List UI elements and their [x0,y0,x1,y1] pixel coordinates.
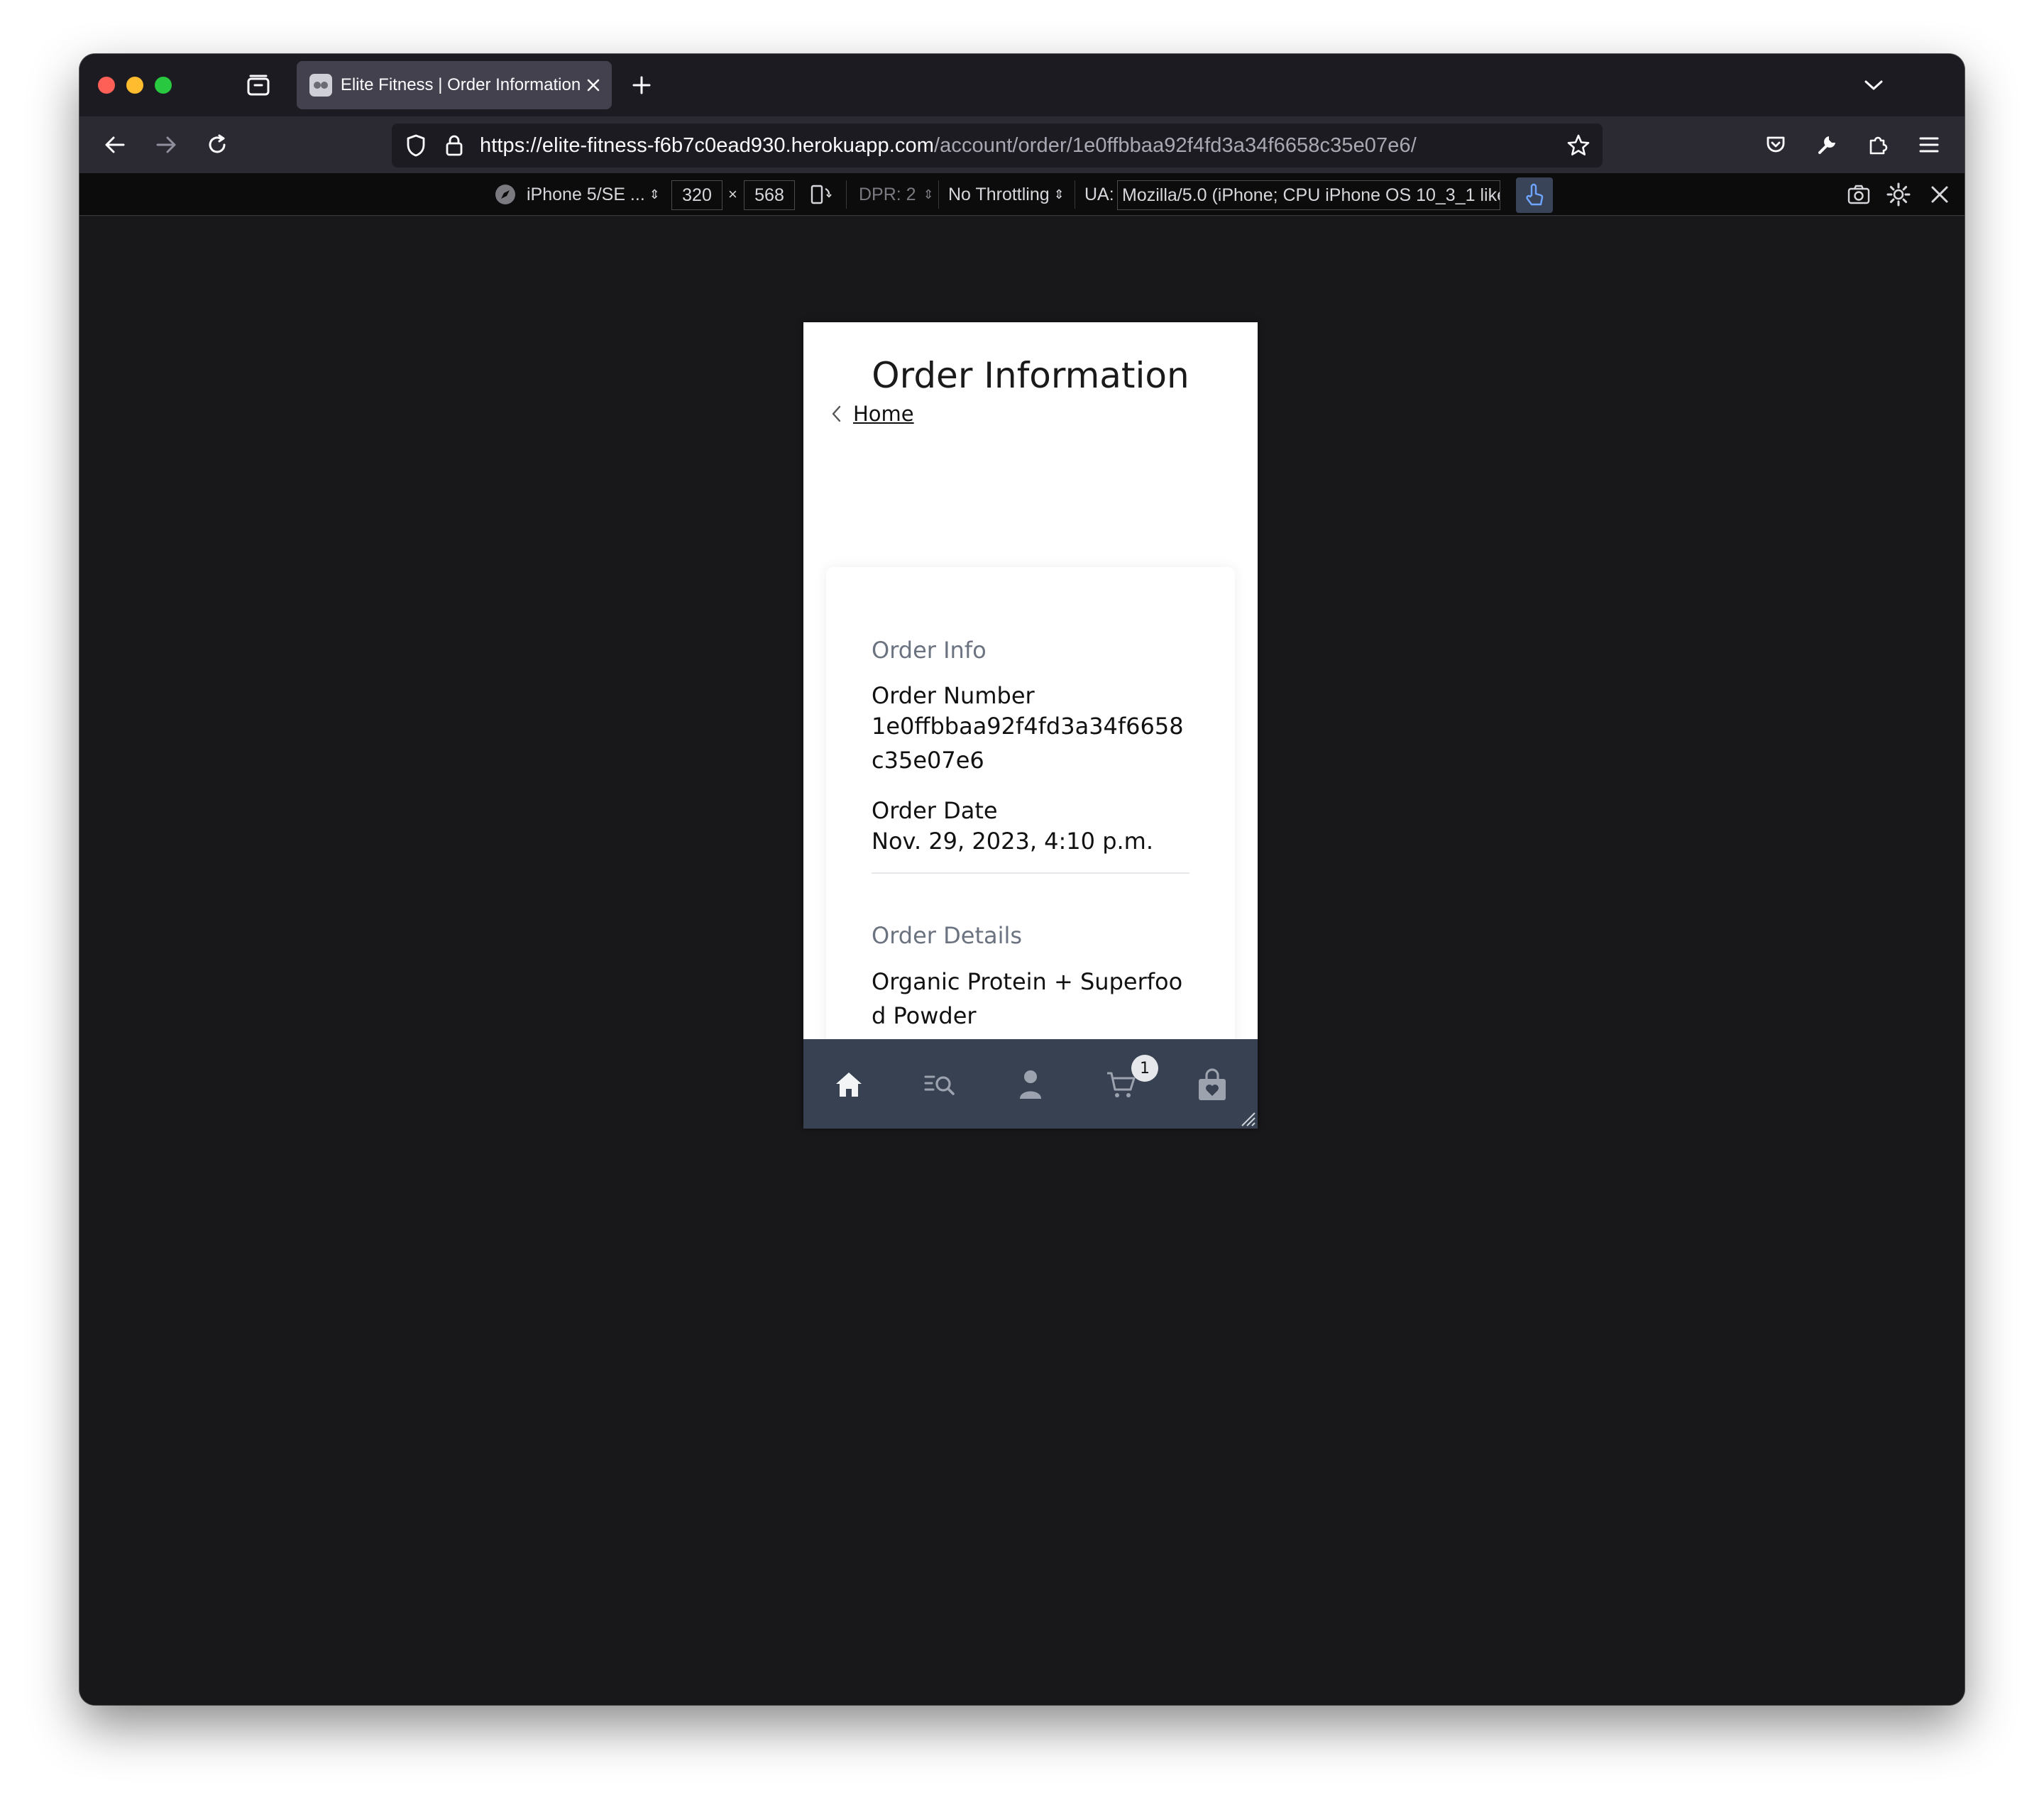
updown-icon: ⇕ [649,187,660,202]
settings-gear-icon[interactable] [1886,173,1911,216]
order-date-value: Nov. 29, 2023, 4:10 p.m. [872,828,1154,855]
dpr-selector[interactable]: DPR: 2 ⇕ [859,173,934,216]
url-bar[interactable]: https://elite-fitness-f6b7c0ead930.herok… [392,124,1603,168]
back-arrow-icon[interactable] [98,128,132,162]
user-agent-input[interactable]: Mozilla/5.0 (iPhone; CPU iPhone OS 10_3_… [1117,180,1500,210]
device-viewport: Order Information Home Order Info Order … [803,322,1258,1129]
lock-icon[interactable] [440,131,468,160]
back-home-link[interactable]: Home [830,402,914,426]
pocket-icon[interactable] [1759,128,1793,162]
tab-list-icon[interactable] [243,70,274,101]
url-path: /account/order/1e0ffbbaa92f4fd3a34f6658c… [933,134,1417,157]
account-icon[interactable] [1011,1065,1050,1104]
wrench-icon[interactable] [1810,128,1844,162]
browser-window: Elite Fitness | Order Information https:… [79,54,1965,1705]
viewport-width-input[interactable]: 320 [671,180,722,210]
home-icon[interactable] [829,1065,869,1104]
responsive-design-toolbar: iPhone 5/SE ... ⇕ 320 × 568 DPR: 2 ⇕ No … [79,173,1965,216]
viewport-height-input[interactable]: 568 [744,180,795,210]
maximize-window-button[interactable] [155,77,172,94]
ua-label: UA: [1084,184,1114,204]
device-compass-icon [495,185,515,204]
touch-simulation-icon[interactable] [1516,177,1553,213]
section-divider [872,872,1189,874]
resize-grip-icon[interactable] [1238,1109,1256,1127]
bottom-navigation: 1 [803,1039,1258,1129]
site-favicon-icon [309,74,332,97]
order-details-heading: Order Details [872,922,1023,949]
shopping-bag-icon[interactable] [1192,1065,1232,1104]
rotate-device-icon[interactable] [808,173,833,216]
updown-icon: ⇕ [1053,187,1065,202]
viewport-area: Order Information Home Order Info Order … [79,216,1965,1705]
tab-strip: Elite Fitness | Order Information [79,54,1965,116]
tab-active[interactable]: Elite Fitness | Order Information [297,61,612,109]
extensions-icon[interactable] [1861,128,1895,162]
dpr-label: DPR: 2 [859,184,916,204]
order-number-value: 1e0ffbbaa92f4fd3a34f6658c35e07e6 [872,713,1184,774]
reload-icon[interactable] [200,128,234,162]
forward-arrow-icon[interactable] [149,128,183,162]
url-text[interactable]: https://elite-fitness-f6b7c0ead930.herok… [480,134,1417,158]
order-date-label: Order Date [872,797,998,824]
search-list-icon[interactable] [920,1065,960,1104]
dimension-separator: × [728,185,737,203]
page-title: Order Information [872,355,1189,396]
bookmark-star-icon[interactable] [1564,131,1593,160]
close-rdm-icon[interactable] [1930,173,1949,216]
device-name: iPhone 5/SE ... [527,184,645,204]
close-window-button[interactable] [98,77,115,94]
close-tab-icon[interactable] [581,72,606,98]
minimize-window-button[interactable] [126,77,143,94]
menu-icon[interactable] [1912,128,1946,162]
chevron-left-icon [830,403,847,424]
tab-title: Elite Fitness | Order Information [340,75,581,94]
throttling-selector[interactable]: No Throttling ⇕ [948,173,1065,216]
shield-icon[interactable] [402,131,430,160]
navigation-bar: https://elite-fitness-f6b7c0ead930.herok… [79,116,1965,173]
back-home-label: Home [853,402,914,426]
new-tab-icon[interactable] [626,70,657,101]
updown-icon: ⇕ [923,187,934,202]
screenshot-icon[interactable] [1847,173,1871,216]
chevron-down-icon[interactable] [1858,70,1889,101]
device-selector[interactable]: iPhone 5/SE ... ⇕ [494,173,660,216]
throttling-label: No Throttling [948,184,1050,204]
order-number-label: Order Number [872,682,1035,709]
url-host: https://elite-fitness-f6b7c0ead930.herok… [480,134,934,157]
cart-count-badge: 1 [1131,1055,1158,1082]
product-name: Organic Protein + Superfood Powder [872,968,1183,1029]
order-info-heading: Order Info [872,637,987,664]
